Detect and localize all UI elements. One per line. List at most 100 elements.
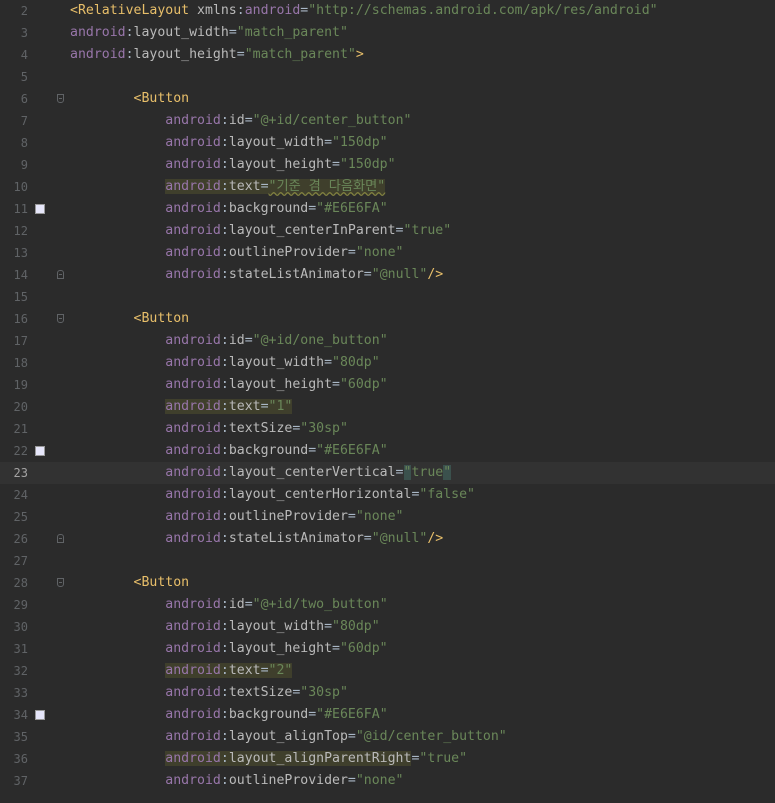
attr-name: stateListAnimator <box>228 267 364 282</box>
gutter-line: 30 <box>0 616 64 638</box>
attr-value: "#E6E6FA" <box>316 443 388 458</box>
code-line[interactable]: android:outlineProvider="none" <box>64 770 775 792</box>
punct: : <box>220 113 229 128</box>
punct: = <box>308 443 317 458</box>
code-line[interactable]: android:id="@+id/center_button" <box>64 110 775 132</box>
warning-highlight[interactable]: android:text="2" <box>165 663 293 678</box>
line-number: 26 <box>13 532 28 546</box>
code-line[interactable]: android:background="#E6E6FA" <box>64 704 775 726</box>
punct: : <box>220 355 229 370</box>
code-line[interactable]: android:text="기준 겸 다음화면" <box>64 176 775 198</box>
attr-name: layout_height <box>133 47 237 62</box>
horizontal-scrollbar[interactable] <box>0 799 775 803</box>
fold-marker-icon[interactable] <box>57 578 64 587</box>
attr-value: "60dp" <box>339 377 388 392</box>
punct: = <box>347 729 356 744</box>
code-line[interactable]: android:background="#E6E6FA" <box>64 440 775 462</box>
gutter-line: 8 <box>0 132 64 154</box>
code-editor[interactable]: 2 3 4 5 6 7 8 9 10 11 12 13 14 15 16 17 … <box>0 0 775 803</box>
code-line[interactable]: <Button <box>64 308 775 330</box>
code-line[interactable]: android:layout_height="60dp" <box>64 638 775 660</box>
code-line[interactable]: android:stateListAnimator="@null"/> <box>64 528 775 550</box>
code-line[interactable]: android:layout_width="match_parent" <box>64 22 775 44</box>
code-line[interactable]: android:layout_width="80dp" <box>64 352 775 374</box>
code-line[interactable]: android:id="@+id/two_button" <box>64 594 775 616</box>
code-line[interactable]: android:id="@+id/one_button" <box>64 330 775 352</box>
attr-name: textSize <box>228 421 293 436</box>
code-line[interactable]: android:text="2" <box>64 660 775 682</box>
code-line[interactable]: android:textSize="30sp" <box>64 418 775 440</box>
code-line[interactable]: <Button <box>64 88 775 110</box>
color-swatch-icon[interactable] <box>35 710 45 720</box>
code-line-empty[interactable] <box>64 66 775 88</box>
line-number: 7 <box>20 114 28 128</box>
gutter-line: 36 <box>0 748 64 770</box>
code-line[interactable]: <Button <box>64 572 775 594</box>
punct: = <box>244 113 253 128</box>
punct: : <box>220 773 229 788</box>
attr-name: layout_centerVertical <box>228 465 396 480</box>
code-line[interactable]: android:layout_centerInParent="true" <box>64 220 775 242</box>
color-swatch-icon[interactable] <box>35 446 45 456</box>
attr-value: "기준 겸 다음화면" <box>268 179 386 194</box>
attr-value: "http://schemas.android.com/apk/res/andr… <box>308 3 658 18</box>
color-swatch-icon[interactable] <box>35 204 45 214</box>
punct: : <box>220 641 229 656</box>
punct: = <box>347 509 356 524</box>
warning-highlight[interactable]: android:text="기준 겸 다음화면" <box>165 179 386 194</box>
gutter-line: 24 <box>0 484 64 506</box>
line-number: 23 <box>13 466 28 480</box>
code-line[interactable]: android:text="1" <box>64 396 775 418</box>
attr-value: "@+id/center_button" <box>252 113 412 128</box>
code-line-empty[interactable] <box>64 286 775 308</box>
punct: : <box>220 619 229 634</box>
code-line[interactable]: android:layout_alignTop="@id/center_butt… <box>64 726 775 748</box>
gutter-line: 7 <box>0 110 64 132</box>
code-line[interactable]: android:outlineProvider="none" <box>64 242 775 264</box>
code-line[interactable]: android:layout_alignParentRight="true" <box>64 748 775 770</box>
punct: : <box>125 47 134 62</box>
code-line[interactable]: android:layout_centerHorizontal="false" <box>64 484 775 506</box>
line-number: 5 <box>20 70 28 84</box>
attr-name: layout_width <box>133 25 229 40</box>
code-line-current[interactable]: android:layout_centerVertical="true" <box>64 462 775 484</box>
code-line[interactable]: android:layout_height="60dp" <box>64 374 775 396</box>
code-line[interactable]: <RelativeLayout xmlns:android="http://sc… <box>64 0 775 22</box>
line-number: 29 <box>13 598 28 612</box>
attr-value-quote: " <box>443 465 452 480</box>
punct: = <box>347 773 356 788</box>
attr-name: id <box>228 333 245 348</box>
gutter-line: 25 <box>0 506 64 528</box>
warning-highlight[interactable]: android:layout_alignParentRight <box>165 751 412 766</box>
fold-marker-icon[interactable] <box>57 314 64 323</box>
code-line[interactable]: android:outlineProvider="none" <box>64 506 775 528</box>
punct: : <box>220 597 229 612</box>
line-number: 11 <box>13 202 28 216</box>
punct: : <box>220 377 229 392</box>
code-text-area[interactable]: <RelativeLayout xmlns:android="http://sc… <box>64 0 775 803</box>
namespace: android <box>165 201 221 216</box>
code-line[interactable]: android:layout_width="150dp" <box>64 132 775 154</box>
code-line-empty[interactable] <box>64 550 775 572</box>
code-line[interactable]: android:stateListAnimator="@null"/> <box>64 264 775 286</box>
code-line[interactable]: android:layout_width="80dp" <box>64 616 775 638</box>
code-line[interactable]: android:background="#E6E6FA" <box>64 198 775 220</box>
punct: = <box>308 201 317 216</box>
attr-name: background <box>228 443 309 458</box>
namespace: android <box>165 267 221 282</box>
punct: = <box>244 597 253 612</box>
code-line[interactable]: android:layout_height="150dp" <box>64 154 775 176</box>
namespace: android <box>165 355 221 370</box>
fold-marker-icon[interactable] <box>57 94 64 103</box>
fold-end-icon[interactable] <box>57 534 64 543</box>
punct: : <box>220 333 229 348</box>
code-line[interactable]: android:layout_height="match_parent"> <box>64 44 775 66</box>
warning-highlight[interactable]: android:text="1" <box>165 399 293 414</box>
code-line[interactable]: android:textSize="30sp" <box>64 682 775 704</box>
attr-value: "@null" <box>371 267 428 282</box>
gutter-line: 20 <box>0 396 64 418</box>
line-number-gutter[interactable]: 2 3 4 5 6 7 8 9 10 11 12 13 14 15 16 17 … <box>0 0 64 803</box>
punct: = <box>395 465 404 480</box>
attr-value: "none" <box>355 773 404 788</box>
fold-end-icon[interactable] <box>57 270 64 279</box>
